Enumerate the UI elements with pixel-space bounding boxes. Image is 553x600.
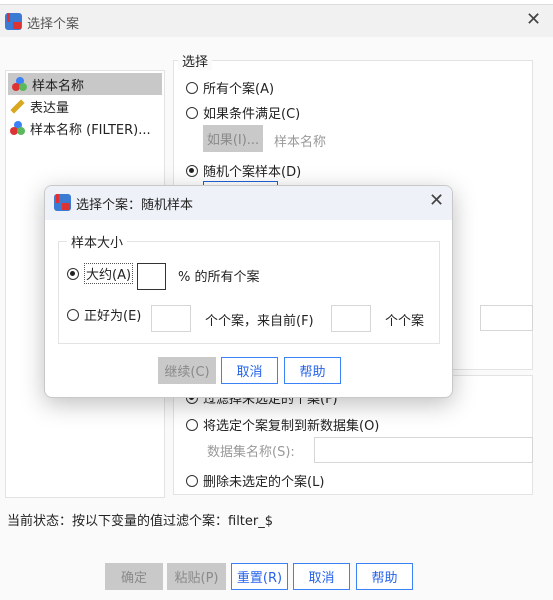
app-icon <box>54 194 71 211</box>
approx-percent-input[interactable] <box>137 263 166 290</box>
variable-item[interactable]: 样本名称 (FILTER)... <box>6 117 164 139</box>
dialog-titlebar: 选择个案：随机样本 ✕ <box>45 186 452 220</box>
radio-delete[interactable]: 删除未选定的个案(L) <box>186 471 324 490</box>
radio-copy-dataset[interactable]: 将选定个案复制到新数据集(O) <box>186 415 379 434</box>
radio-label: 正好为(E) <box>84 309 142 324</box>
if-button[interactable]: 如果(I)... <box>203 125 263 152</box>
radio-random-sample[interactable]: 随机个案样本(D) <box>186 161 301 180</box>
exact-count-input[interactable] <box>151 305 191 332</box>
radio-label: 将选定个案复制到新数据集(O) <box>203 419 380 434</box>
ok-button[interactable]: 确定 <box>105 563 163 590</box>
radio-circle <box>186 106 198 119</box>
dialog-title: 选择个案：随机样本 <box>76 198 194 213</box>
app-icon <box>5 13 22 30</box>
dataset-name-label: 数据集名称(S): <box>207 445 295 460</box>
exact-from-input[interactable] <box>331 305 371 332</box>
radio-if-condition[interactable]: 如果条件满足(C) <box>186 103 300 122</box>
radio-circle <box>186 164 198 177</box>
radio-label: 删除未选定的个案(L) <box>203 475 325 490</box>
exact-mid-label: 个个案，来自前(F) <box>205 314 314 329</box>
dialog-cancel-button[interactable]: 取消 <box>221 357 278 384</box>
radio-label: 如果条件满足(C) <box>203 107 301 122</box>
radio-exact[interactable]: 正好为(E) <box>67 305 141 324</box>
continue-button[interactable]: 继续(C) <box>158 357 216 384</box>
variable-label: 样本名称 <box>32 78 85 94</box>
random-sample-dialog: 选择个案：随机样本 ✕ 样本大小 大约(A) % 的所有个案 正好为(E) 个个… <box>44 185 453 398</box>
radio-circle <box>67 308 79 321</box>
nominal-icon <box>12 76 27 92</box>
scale-ruler-icon <box>10 98 25 114</box>
variable-item[interactable]: 样本名称 <box>8 73 162 95</box>
radio-circle <box>186 418 198 431</box>
close-icon[interactable]: ✕ <box>429 190 444 211</box>
radio-approx[interactable]: 大约(A) <box>67 263 134 284</box>
dataset-name-input[interactable] <box>314 437 533 463</box>
radio-label: 随机个案样本(D) <box>203 165 302 180</box>
radio-circle <box>186 81 198 94</box>
radio-circle <box>67 267 79 280</box>
radio-label: 所有个案(A) <box>203 82 275 97</box>
range-input[interactable] <box>480 305 533 331</box>
status-text: 当前状态：按以下变量的值过滤个案：filter_$ <box>7 514 274 529</box>
radio-circle <box>186 474 198 487</box>
approx-suffix: % 的所有个案 <box>178 270 260 285</box>
variable-item[interactable]: 表达量 <box>6 95 164 117</box>
select-group-label: 选择 <box>178 51 213 70</box>
radio-label: 大约(A) <box>84 263 134 284</box>
help-button[interactable]: 帮助 <box>356 563 413 590</box>
nominal-icon <box>10 120 25 136</box>
variable-label: 样本名称 (FILTER)... <box>30 122 151 138</box>
radio-all-cases[interactable]: 所有个案(A) <box>186 78 274 97</box>
window-titlebar: 选择个案 ✕ <box>0 5 553 37</box>
exact-suffix: 个个案 <box>385 314 425 329</box>
window-title: 选择个案 <box>27 17 80 32</box>
cancel-button[interactable]: 取消 <box>293 563 350 590</box>
paste-button[interactable]: 粘贴(P) <box>167 563 226 590</box>
reset-button[interactable]: 重置(R) <box>231 563 288 590</box>
dialog-help-button[interactable]: 帮助 <box>284 357 341 384</box>
sample-size-label: 样本大小 <box>67 232 128 251</box>
variable-label: 表达量 <box>30 100 70 116</box>
if-hint: 样本名称 <box>274 135 327 150</box>
close-icon[interactable]: ✕ <box>526 9 541 30</box>
